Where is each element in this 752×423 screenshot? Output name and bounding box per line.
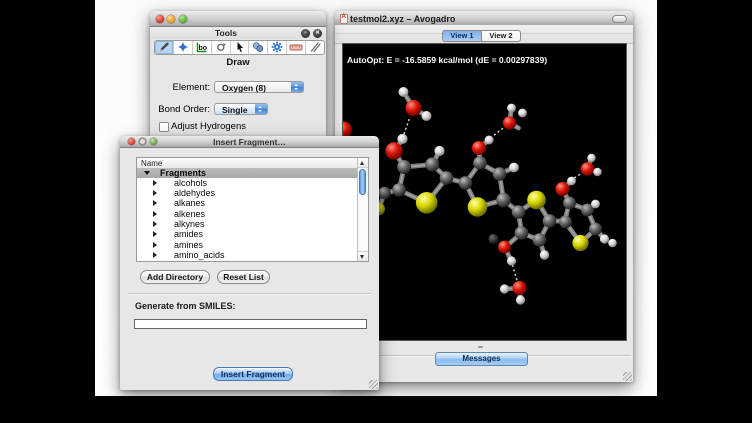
svg-text:bo: bo [198,45,207,52]
